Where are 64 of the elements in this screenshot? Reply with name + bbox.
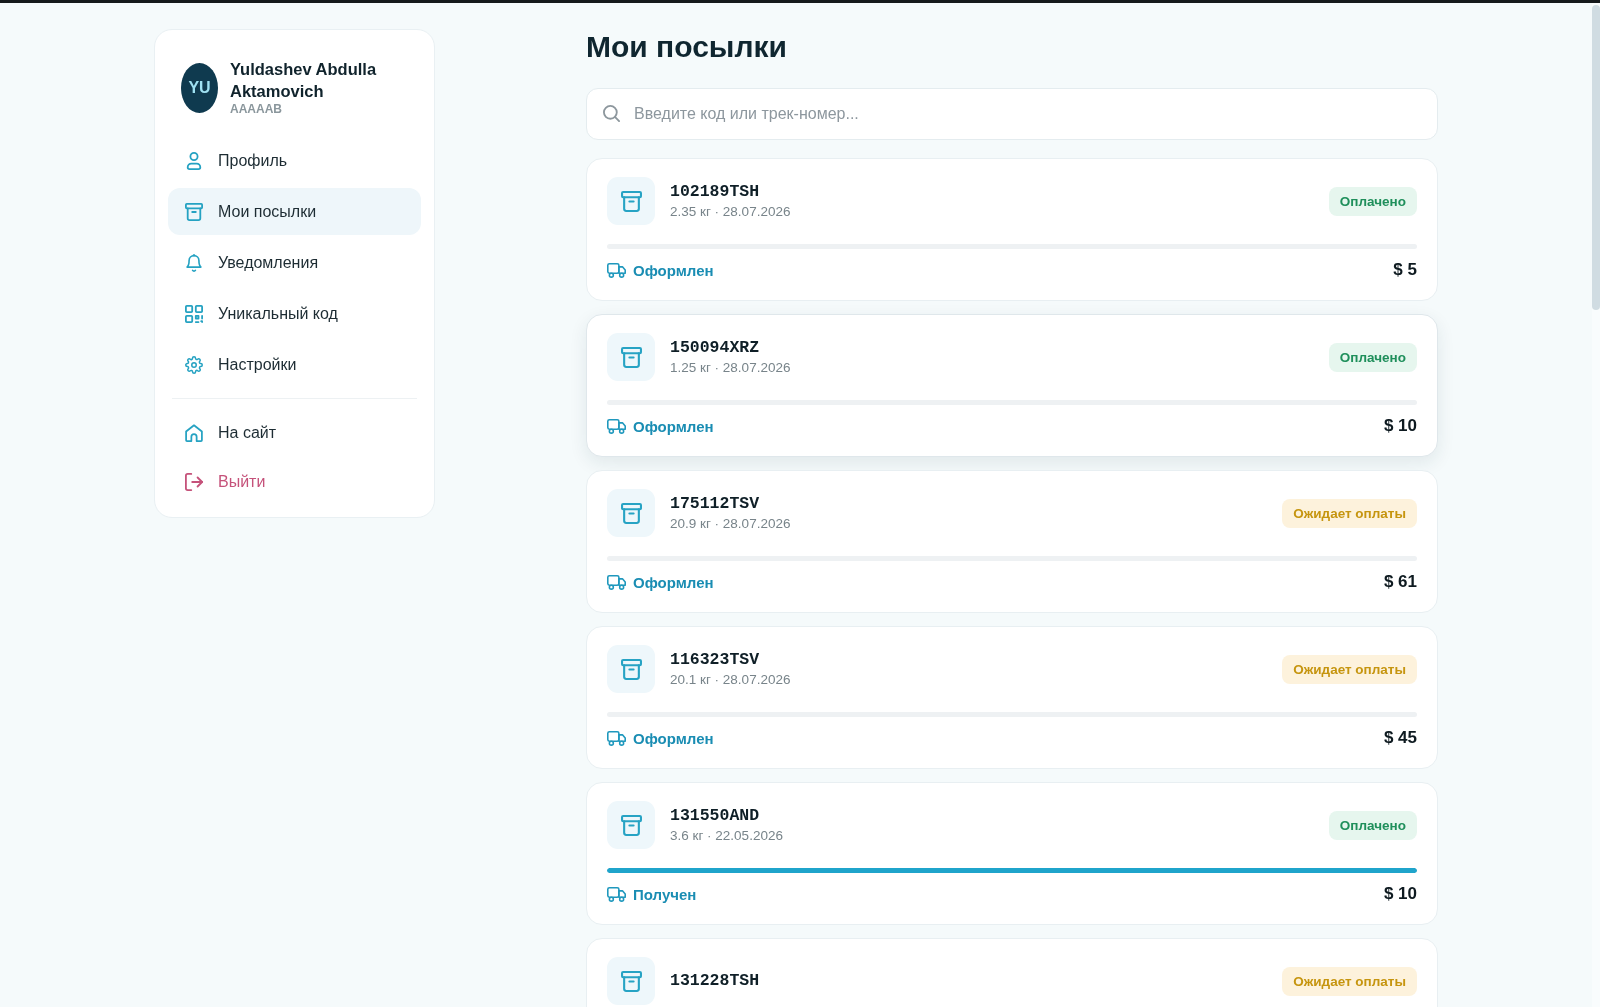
parcel-card[interactable]: 175112TSV 20.9 кг · 28.07.2026 Ожидает оплаты Оформлен $ 61 [586, 470, 1438, 613]
payment-status-badge: Оплачено [1328, 342, 1417, 372]
archive-box-icon [607, 177, 655, 225]
user-code: AAAAAB [230, 102, 283, 117]
archive-box-icon [185, 202, 203, 221]
truck-icon [607, 886, 626, 902]
scrollbar-thumb[interactable] [1592, 5, 1600, 310]
archive-box-icon [607, 957, 655, 1005]
person-icon [185, 151, 203, 170]
parcel-weight-date: 2.35 кг · 28.07.2026 [670, 202, 791, 221]
nav-item[interactable]: Профиль [168, 137, 421, 184]
parcel-price: $ 5 [1393, 260, 1417, 280]
delivery-status: Оформлен [633, 573, 714, 591]
nav-item[interactable]: Уведомления [168, 239, 421, 286]
qr-code-icon [185, 304, 203, 323]
nav-link[interactable]: Выйти [168, 458, 421, 505]
archive-box-icon [607, 333, 655, 381]
parcel-card[interactable]: 150094XRZ 1.25 кг · 28.07.2026 Оплачено Оформлен $ 10 [586, 314, 1438, 457]
archive-box-icon [607, 645, 655, 693]
tracking-code: 102189TSH [670, 181, 761, 202]
tracking-code: 150094XRZ [670, 337, 761, 358]
archive-box-icon [607, 801, 655, 849]
delivery-status: Получен [633, 885, 697, 903]
parcel-card[interactable]: 131550AND 3.6 кг · 22.05.2026 Оплачено Получен $ 10 [586, 782, 1438, 925]
house-icon [185, 423, 203, 442]
parcel-price: $ 45 [1383, 728, 1417, 748]
user-name: Yuldashev Abdulla Aktamovich [230, 59, 378, 102]
page-title: Мои посылки [586, 29, 788, 65]
tracking-code: 131550AND [670, 805, 761, 826]
payment-status-badge: Оплачено [1328, 186, 1417, 216]
parcel-weight-date: 20.1 кг · 28.07.2026 [670, 670, 791, 689]
delivery-status: Оформлен [633, 729, 714, 747]
parcel-price: $ 61 [1383, 572, 1417, 592]
parcel-weight-date: 3.6 кг · 22.05.2026 [670, 826, 783, 845]
payment-status-badge: Ожидает оплаты [1282, 654, 1417, 684]
search-field[interactable]: Введите код или трек-номер... [586, 88, 1438, 140]
tracking-code: 116323TSV [670, 649, 761, 670]
parcel-card[interactable]: 102189TSH 2.35 кг · 28.07.2026 Оплачено Оформлен $ 5 [586, 158, 1438, 301]
payment-status-badge: Оплачено [1328, 810, 1417, 840]
truck-icon [607, 418, 626, 434]
nav-item[interactable]: Мои посылки [168, 188, 421, 235]
delivery-status: Оформлен [633, 417, 714, 435]
truck-icon [607, 730, 626, 746]
parcel-price: $ 10 [1383, 416, 1417, 436]
archive-box-icon [607, 489, 655, 537]
bell-icon [185, 253, 203, 272]
nav-item[interactable]: Настройки [168, 341, 421, 388]
parcel-card[interactable]: 131228TSH Ожидает оплаты [586, 938, 1438, 1007]
tracking-code: 175112TSV [670, 493, 761, 514]
parcel-weight-date: 20.9 кг · 28.07.2026 [670, 514, 791, 533]
tracking-code: 131228TSH [670, 971, 760, 991]
truck-icon [607, 574, 626, 590]
gear-icon [185, 355, 203, 374]
payment-status-badge: Ожидает оплаты [1282, 966, 1417, 996]
parcel-price: $ 10 [1383, 884, 1417, 904]
payment-status-badge: Ожидает оплаты [1282, 498, 1417, 528]
parcel-card[interactable]: 116323TSV 20.1 кг · 28.07.2026 Ожидает оплаты Оформлен $ 45 [586, 626, 1438, 769]
nav-item[interactable]: Уникальный код [168, 290, 421, 337]
parcel-weight-date: 1.25 кг · 28.07.2026 [670, 358, 791, 377]
truck-icon [607, 262, 626, 278]
nav-link[interactable]: На сайт [168, 409, 421, 456]
search-icon [603, 105, 620, 122]
delivery-status: Оформлен [633, 261, 714, 279]
user-avatar: YU [181, 62, 218, 113]
